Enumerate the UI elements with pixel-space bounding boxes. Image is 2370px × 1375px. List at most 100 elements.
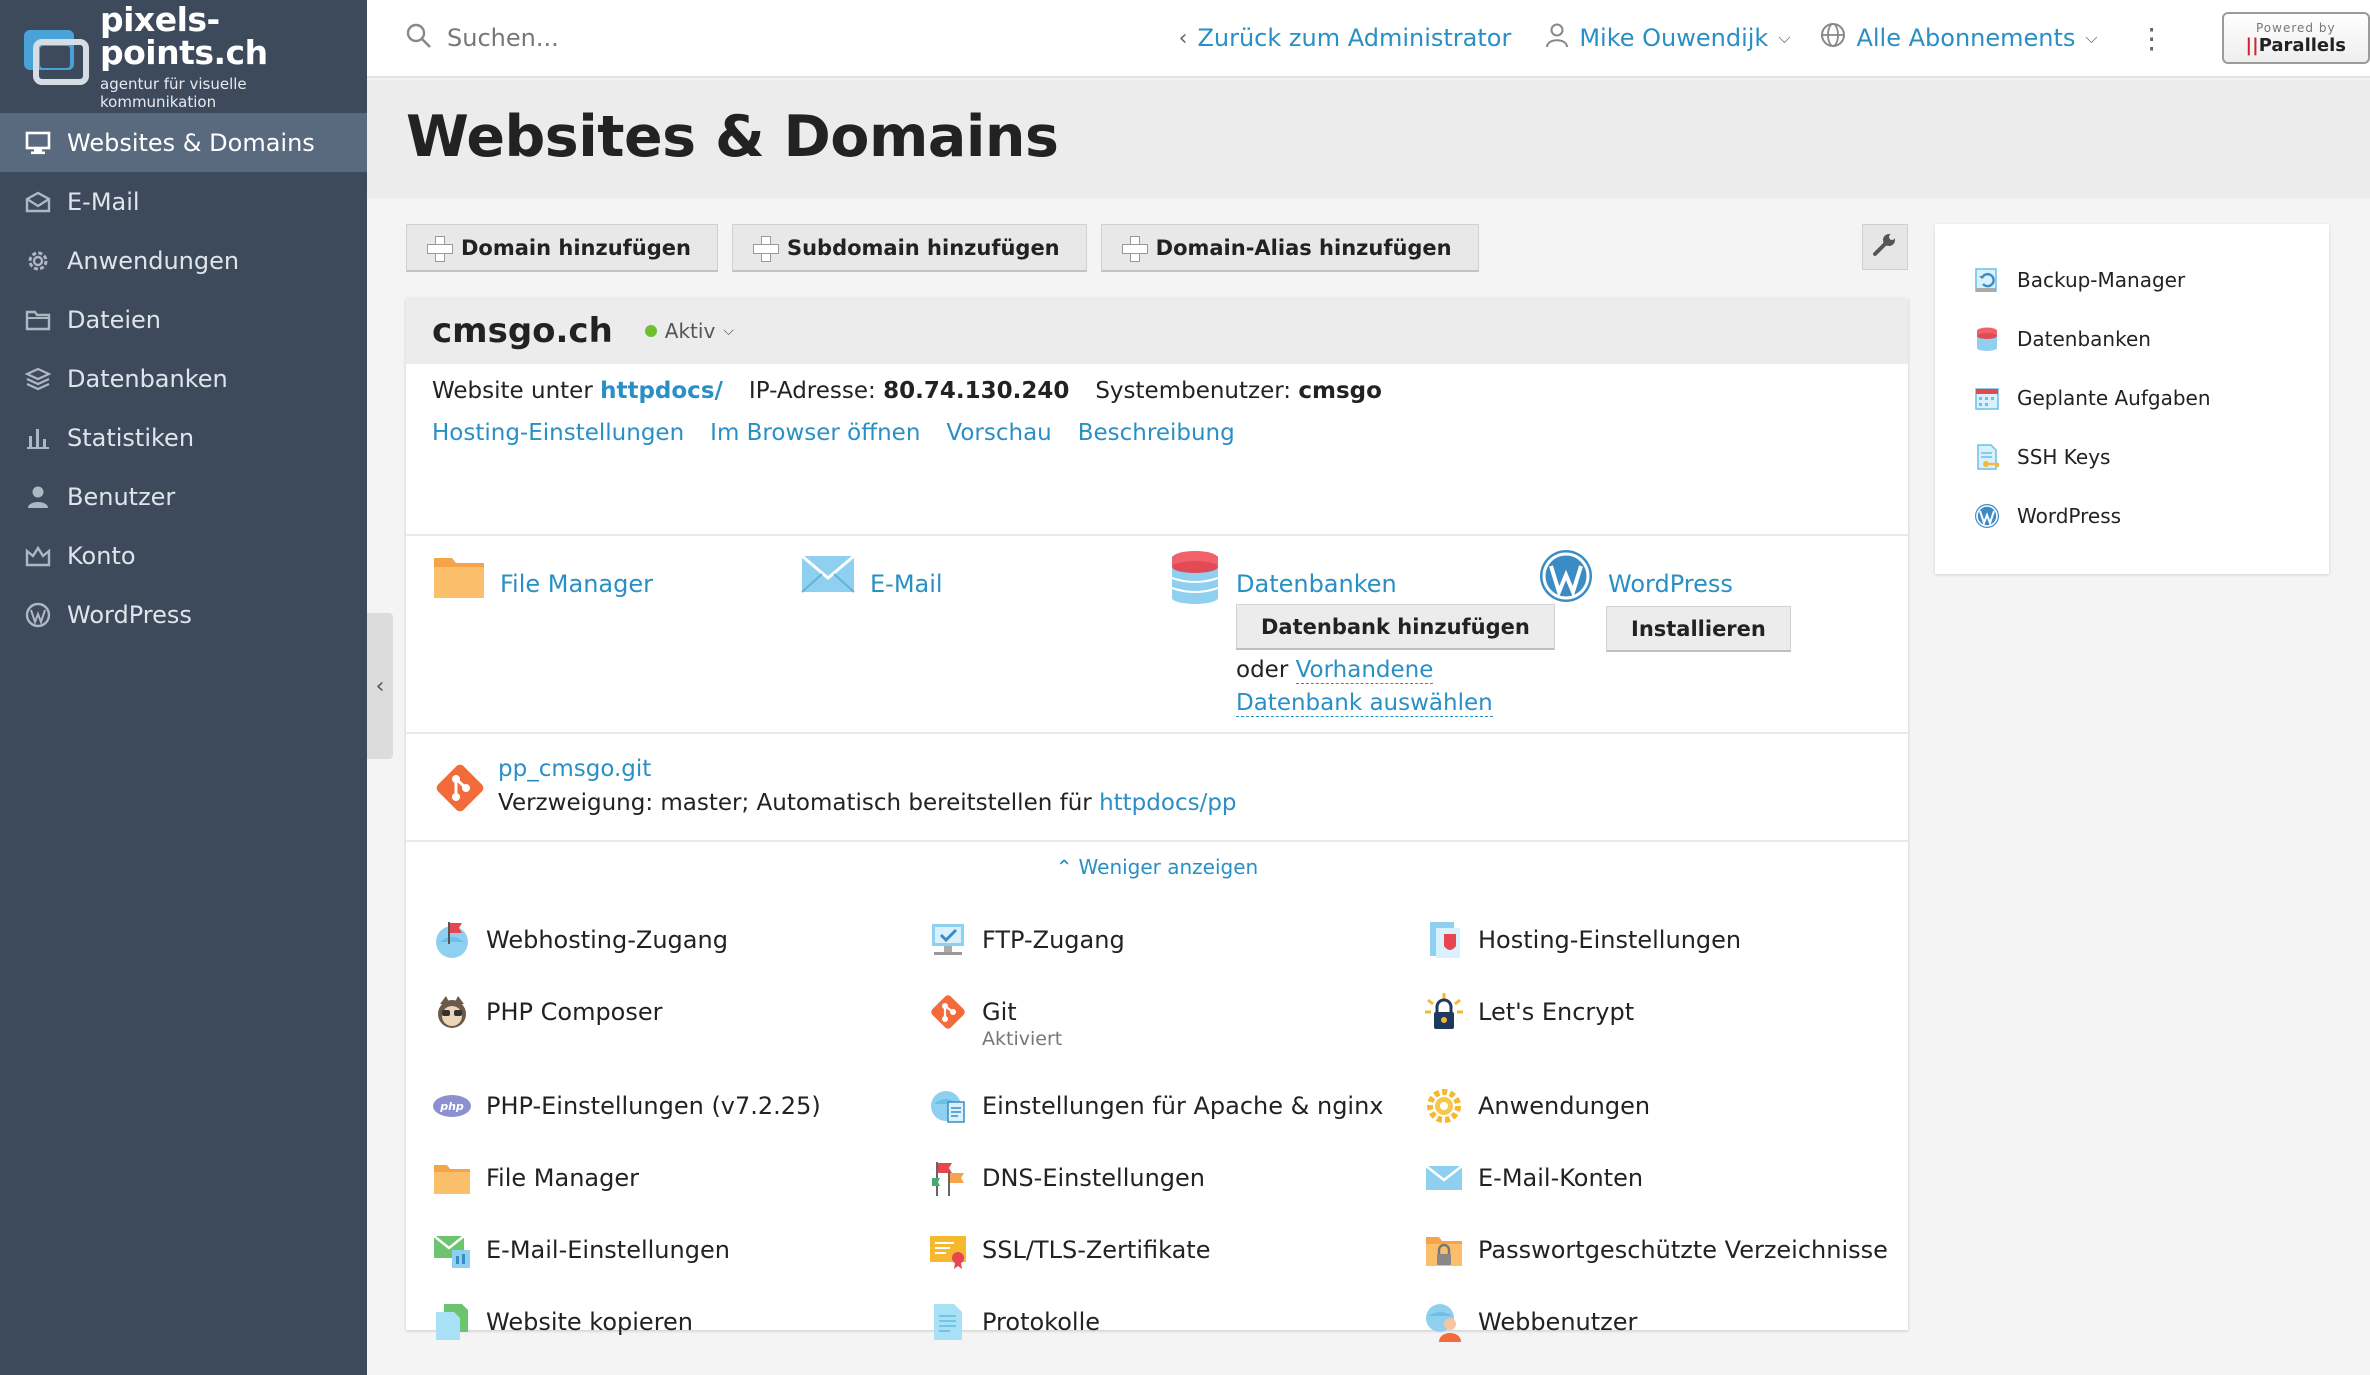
domain-name: cmsgo.ch xyxy=(432,311,613,351)
tool-hosting-settings[interactable]: Hosting-Einstellungen xyxy=(1424,920,1741,960)
side-item-wordpress[interactable]: WordPress xyxy=(1935,486,2329,545)
calendar-icon xyxy=(1975,387,1999,410)
tool-web-users[interactable]: Webbenutzer xyxy=(1424,1302,1637,1342)
domain-status-dropdown[interactable]: Aktiv ⌵ xyxy=(644,319,734,343)
tool-git[interactable]: Git Aktiviert xyxy=(928,992,1062,1050)
tool-label: PHP-Einstellungen (v7.2.25) xyxy=(486,1092,821,1120)
plus-icon xyxy=(427,235,453,262)
install-wordpress-button[interactable]: Installieren xyxy=(1606,606,1791,652)
user-menu[interactable]: Mike Ouwendijk ⌵ xyxy=(1545,22,1790,54)
backup-icon xyxy=(1975,267,1997,292)
select-existing-database-link-part2[interactable]: Datenbank auswählen xyxy=(1236,690,1493,717)
sidebar-item-email[interactable]: E-Mail xyxy=(0,172,367,231)
tool-lets-encrypt[interactable]: Let's Encrypt xyxy=(1424,992,1634,1032)
wordpress-tile[interactable]: WordPress xyxy=(1538,548,1733,608)
database-icon xyxy=(1168,548,1222,610)
lock-sun-icon xyxy=(1425,993,1463,1029)
brand-logo[interactable]: pixels-points.ch agentur für visuelle ko… xyxy=(0,0,367,113)
envelope-icon xyxy=(800,548,856,606)
deploy-path-link[interactable]: httpdocs/pp xyxy=(1099,790,1236,816)
add-subdomain-button[interactable]: Subdomain hinzufügen xyxy=(731,224,1087,272)
sidebar-item-databases[interactable]: Datenbanken xyxy=(0,349,367,408)
add-domain-button[interactable]: Domain hinzufügen xyxy=(406,224,718,272)
tool-applications[interactable]: Anwendungen xyxy=(1424,1086,1650,1126)
tool-webhosting-access[interactable]: Webhosting-Zugang xyxy=(432,920,728,960)
sidebar-item-label: Benutzer xyxy=(67,482,176,511)
sidebar-item-label: WordPress xyxy=(67,600,192,629)
search-input[interactable] xyxy=(447,24,1047,52)
show-less-label: Weniger anzeigen xyxy=(1078,855,1259,879)
description-link[interactable]: Beschreibung xyxy=(1078,420,1235,446)
preview-link[interactable]: Vorschau xyxy=(946,420,1051,446)
tool-file-manager[interactable]: File Manager xyxy=(432,1158,639,1198)
database-icon xyxy=(1977,327,1997,351)
git-status-activated: Aktiviert xyxy=(982,1028,1063,1050)
email-tile[interactable]: E-Mail xyxy=(800,548,943,606)
website-path-link[interactable]: httpdocs/ xyxy=(600,378,723,404)
sidebar-item-files[interactable]: Dateien xyxy=(0,290,367,349)
subscriptions-menu[interactable]: Alle Abonnements ⌵ xyxy=(1820,22,2098,54)
tool-ssl-tls-certificates[interactable]: SSL/TLS-Zertifikate xyxy=(928,1230,1210,1270)
more-menu-icon[interactable]: ⋮ xyxy=(2138,22,2166,55)
globe-flag-icon xyxy=(436,922,468,958)
tool-ftp-access[interactable]: FTP-Zugang xyxy=(928,920,1125,960)
side-item-scheduled-tasks[interactable]: Geplante Aufgaben xyxy=(1935,368,2329,427)
tool-php-composer[interactable]: PHP Composer xyxy=(432,992,663,1032)
tool-copy-website[interactable]: Website kopieren xyxy=(432,1302,693,1342)
tool-php-settings[interactable]: php PHP-Einstellungen (v7.2.25) xyxy=(432,1086,821,1126)
sidebar-item-account[interactable]: Konto xyxy=(0,526,367,585)
folder-icon xyxy=(432,548,486,606)
open-in-browser-link[interactable]: Im Browser öffnen xyxy=(710,420,920,446)
select-existing-database-link-part1[interactable]: Vorhandene xyxy=(1295,657,1434,684)
sidebar-item-wordpress[interactable]: WordPress xyxy=(0,585,367,644)
sidebar-item-applications[interactable]: Anwendungen xyxy=(0,231,367,290)
quick-access-tiles: File Manager E-Mail Datenbanken Datenban… xyxy=(406,536,1908,734)
side-item-label: SSH Keys xyxy=(2017,444,2111,469)
tool-email-accounts[interactable]: E-Mail-Konten xyxy=(1424,1158,1643,1198)
key-document-icon xyxy=(1977,443,2000,470)
side-item-backup-manager[interactable]: Backup-Manager xyxy=(1935,250,2329,309)
log-document-icon xyxy=(934,1304,962,1340)
search-box xyxy=(405,22,1109,54)
sidebar-item-statistics[interactable]: Statistiken xyxy=(0,408,367,467)
chevron-down-icon: ⌵ xyxy=(1778,28,1791,47)
system-user: Systembenutzer: cmsgo xyxy=(1095,378,1382,404)
add-database-button[interactable]: Datenbank hinzufügen xyxy=(1236,604,1555,650)
databases-tile[interactable]: Datenbanken xyxy=(1168,548,1397,610)
page-header: Websites & Domains xyxy=(367,80,2370,198)
sidebar-item-label: Statistiken xyxy=(67,423,195,452)
logo-mark-icon xyxy=(22,28,90,86)
tool-password-protected-directories[interactable]: Passwortgeschützte Verzeichnisse xyxy=(1424,1230,1888,1270)
sidebar-item-users[interactable]: Benutzer xyxy=(0,467,367,526)
tools-grid: Webhosting-Zugang FTP-Zugang Hosting-Ein… xyxy=(406,892,1908,1362)
tool-logs[interactable]: Protokolle xyxy=(928,1302,1100,1342)
layers-icon xyxy=(24,365,52,393)
side-item-ssh-keys[interactable]: SSH Keys xyxy=(1935,427,2329,486)
tool-apache-nginx-settings[interactable]: Einstellungen für Apache & nginx xyxy=(928,1086,1384,1126)
side-item-databases[interactable]: Datenbanken xyxy=(1935,309,2329,368)
show-less-toggle[interactable]: ⌃ Weniger anzeigen xyxy=(406,842,1908,892)
settings-wrench-button[interactable] xyxy=(1862,224,1908,270)
back-to-admin-link[interactable]: ‹ Zurück zum Administrator xyxy=(1179,24,1512,52)
tool-label: Let's Encrypt xyxy=(1478,998,1635,1026)
wordpress-icon xyxy=(24,601,52,629)
sidebar-item-label: E-Mail xyxy=(67,187,140,216)
copy-pages-icon xyxy=(436,1304,468,1340)
sidebar-collapse-handle[interactable]: ‹ xyxy=(367,613,393,759)
wordpress-icon xyxy=(1975,503,1999,528)
back-to-admin-label: Zurück zum Administrator xyxy=(1197,24,1512,52)
git-repository-row: pp_cmsgo.git Verzweigung: master; Automa… xyxy=(406,734,1908,842)
sidebar-item-websites-domains[interactable]: Websites & Domains xyxy=(0,113,367,172)
add-domain-alias-button[interactable]: Domain-Alias hinzufügen xyxy=(1100,224,1479,272)
git-repo-link[interactable]: pp_cmsgo.git xyxy=(498,756,651,782)
chevron-up-icon: ⌃ xyxy=(1055,855,1073,879)
tool-email-settings[interactable]: E-Mail-Einstellungen xyxy=(432,1230,730,1270)
hosting-settings-link[interactable]: Hosting-Einstellungen xyxy=(432,420,684,446)
user-icon xyxy=(24,483,52,511)
powered-by-parallels-badge[interactable]: Powered by ||Parallels xyxy=(2221,12,2370,64)
git-branch-info: Verzweigung: master; Automatisch bereits… xyxy=(498,790,1237,816)
file-manager-label: File Manager xyxy=(500,570,653,598)
file-manager-tile[interactable]: File Manager xyxy=(432,548,653,606)
sidebar-item-label: Datenbanken xyxy=(67,364,228,393)
tool-dns-settings[interactable]: DNS-Einstellungen xyxy=(928,1158,1205,1198)
